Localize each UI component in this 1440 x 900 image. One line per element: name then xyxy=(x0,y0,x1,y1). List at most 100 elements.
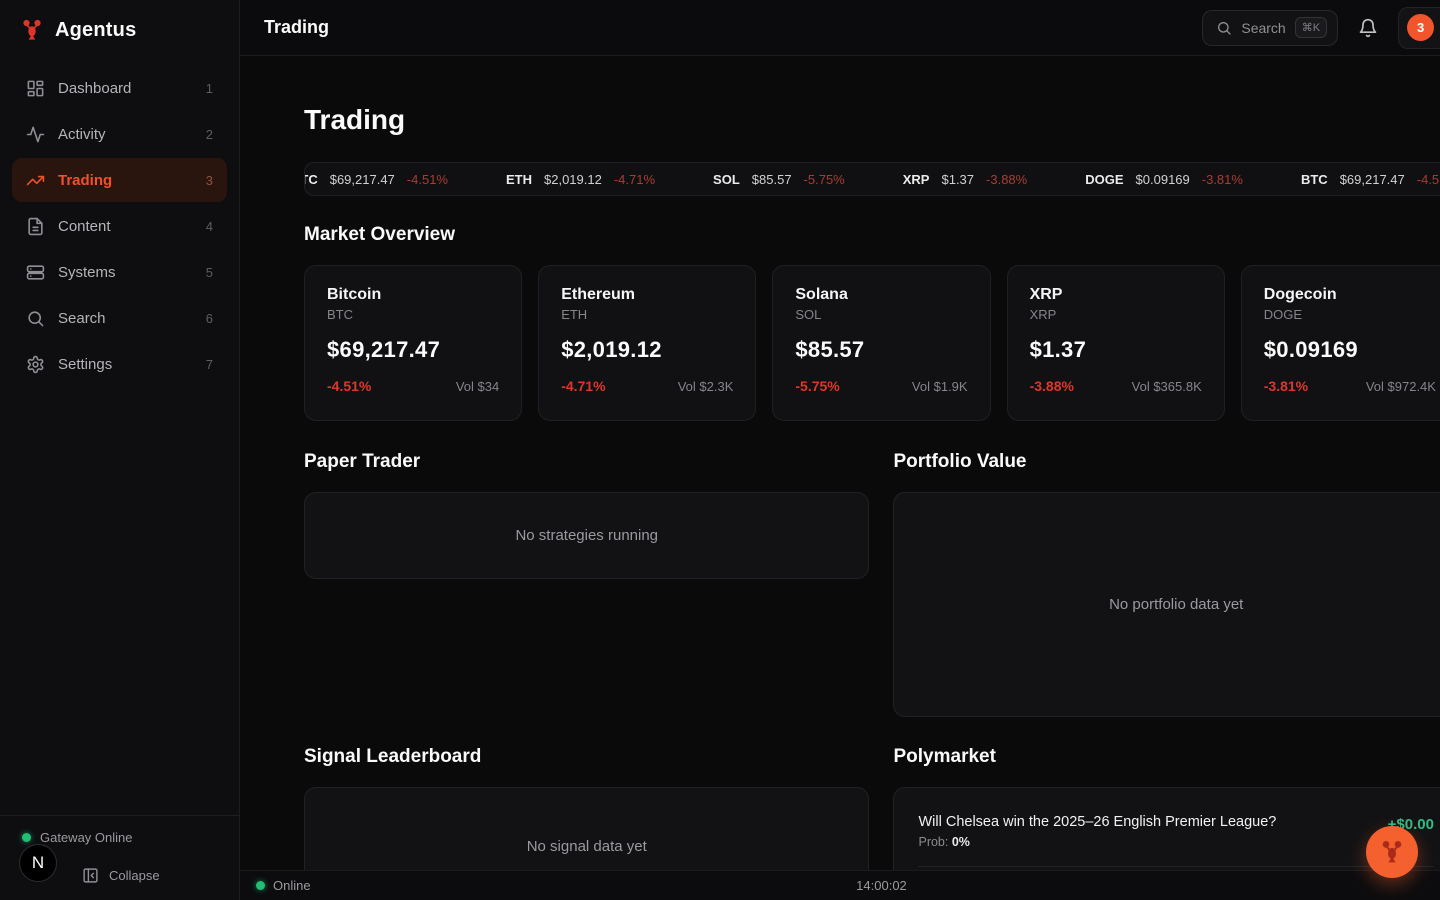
ticker-item: BTC $69,217.47 -4.51% xyxy=(1301,172,1440,187)
coin-symbol: ETH xyxy=(561,307,733,322)
coin-volume: Vol $1.9K xyxy=(912,379,968,394)
search-button[interactable]: Search ⌘K xyxy=(1202,10,1338,46)
ticker-change: -4.71% xyxy=(614,172,655,187)
market-card-dogecoin[interactable]: Dogecoin DOGE $0.09169 -3.81% Vol $972.4… xyxy=(1241,265,1440,421)
ticker-change: -4.51% xyxy=(1417,172,1440,187)
search-shortcut-badge: ⌘K xyxy=(1295,17,1327,38)
sidebar: Agentus Dashboard 1 Activity 2 Trading 3 xyxy=(0,0,240,900)
sidebar-item-settings[interactable]: Settings 7 xyxy=(12,342,227,386)
assistant-fab-button[interactable] xyxy=(1366,826,1418,878)
coin-price: $85.57 xyxy=(795,337,967,363)
ticker-price: $1.37 xyxy=(941,172,974,187)
online-status-dot xyxy=(256,881,265,890)
dashboard-icon xyxy=(26,79,45,98)
gateway-status-label: Gateway Online xyxy=(40,830,133,845)
sidebar-item-shortcut: 4 xyxy=(206,219,213,234)
ticker-price: $2,019.12 xyxy=(544,172,602,187)
probability-label: Prob: xyxy=(918,835,948,849)
ticker-symbol: BTC xyxy=(304,172,318,187)
ticker-change: -5.75% xyxy=(804,172,845,187)
topbar-title: Trading xyxy=(264,17,329,38)
coin-name: XRP xyxy=(1030,286,1202,304)
widgets-row-1: Paper Trader No strategies running Portf… xyxy=(304,451,1440,717)
market-cards: Bitcoin BTC $69,217.47 -4.51% Vol $34 Et… xyxy=(304,265,1440,421)
ticker-item: ETH $2,019.12 -4.71% xyxy=(506,172,655,187)
search-icon xyxy=(1216,20,1232,36)
ticker-item: DOGE $0.09169 -3.81% xyxy=(1085,172,1243,187)
sidebar-item-search[interactable]: Search 6 xyxy=(12,296,227,340)
server-icon xyxy=(26,263,45,282)
search-label: Search xyxy=(1241,20,1285,36)
coin-name: Bitcoin xyxy=(327,286,499,304)
sidebar-item-shortcut: 2 xyxy=(206,127,213,142)
sidebar-item-trading[interactable]: Trading 3 xyxy=(12,158,227,202)
app-logo: Agentus xyxy=(0,0,239,66)
coin-price: $1.37 xyxy=(1030,337,1202,363)
online-status-label: Online xyxy=(273,878,311,893)
ticker-symbol: SOL xyxy=(713,172,740,187)
sidebar-item-shortcut: 5 xyxy=(206,265,213,280)
sidebar-item-dashboard[interactable]: Dashboard 1 xyxy=(12,66,227,110)
probability-value: 0% xyxy=(952,835,970,849)
coin-symbol: BTC xyxy=(327,307,499,322)
lobster-icon xyxy=(1379,839,1405,865)
sidebar-item-label: Systems xyxy=(58,264,116,281)
paper-trader-empty-text: No strategies running xyxy=(515,527,658,544)
coin-symbol: XRP xyxy=(1030,307,1202,322)
activity-icon xyxy=(26,125,45,144)
ticker-symbol: XRP xyxy=(903,172,930,187)
market-card-xrp[interactable]: XRP XRP $1.37 -3.88% Vol $365.8K xyxy=(1007,265,1225,421)
polymarket-question: Will Chelsea win the 2025–26 English Pre… xyxy=(918,814,1276,830)
gateway-status: Gateway Online xyxy=(0,830,239,845)
coin-volume: Vol $365.8K xyxy=(1132,379,1202,394)
market-card-bitcoin[interactable]: Bitcoin BTC $69,217.47 -4.51% Vol $34 xyxy=(304,265,522,421)
sidebar-item-label: Settings xyxy=(58,356,112,373)
coin-change: -4.71% xyxy=(561,378,605,394)
sidebar-nav: Dashboard 1 Activity 2 Trading 3 Content… xyxy=(0,66,239,386)
coin-volume: Vol $972.4K xyxy=(1366,379,1436,394)
paper-trader-heading: Paper Trader xyxy=(304,451,869,473)
notifications-bell-icon[interactable] xyxy=(1358,18,1378,38)
main-content: Trading BTC $69,217.47 -4.51% ETH $2,019… xyxy=(240,56,1440,870)
ticker-track: BTC $69,217.47 -4.51% ETH $2,019.12 -4.7… xyxy=(304,172,1440,187)
market-card-solana[interactable]: Solana SOL $85.57 -5.75% Vol $1.9K xyxy=(772,265,990,421)
trending-up-icon xyxy=(26,171,45,190)
ticker-symbol: DOGE xyxy=(1085,172,1123,187)
market-card-ethereum[interactable]: Ethereum ETH $2,019.12 -4.71% Vol $2.3K xyxy=(538,265,756,421)
online-status-dot xyxy=(22,833,31,842)
market-overview-heading: Market Overview xyxy=(304,224,1440,246)
ticker-item: XRP $1.37 -3.88% xyxy=(903,172,1027,187)
coin-price: $2,019.12 xyxy=(561,337,733,363)
coin-change: -4.51% xyxy=(327,378,371,394)
coin-change: -5.75% xyxy=(795,378,839,394)
sidebar-item-shortcut: 7 xyxy=(206,357,213,372)
portfolio-empty-text: No portfolio data yet xyxy=(1109,596,1243,613)
ticker-change: -3.81% xyxy=(1202,172,1243,187)
app-name: Agentus xyxy=(55,19,136,42)
topbar-actions: Search ⌘K 3 3A xyxy=(1202,7,1440,49)
content-area: Trading Search ⌘K 3 3A Trading xyxy=(240,0,1440,900)
ticker-symbol: ETH xyxy=(506,172,532,187)
coin-price: $69,217.47 xyxy=(327,337,499,363)
collapse-label: Collapse xyxy=(109,868,160,883)
polymarket-panel: Will Chelsea win the 2025–26 English Pre… xyxy=(893,787,1440,870)
sidebar-item-systems[interactable]: Systems 5 xyxy=(12,250,227,294)
coin-volume: Vol $2.3K xyxy=(678,379,734,394)
sidebar-item-shortcut: 6 xyxy=(206,311,213,326)
sidebar-item-activity[interactable]: Activity 2 xyxy=(12,112,227,156)
portfolio-value-heading: Portfolio Value xyxy=(893,451,1440,473)
polymarket-heading: Polymarket xyxy=(893,746,1440,768)
collapse-panel-icon xyxy=(82,867,99,884)
sidebar-item-label: Content xyxy=(58,218,111,235)
lobster-logo-icon xyxy=(20,18,44,42)
coin-change: -3.88% xyxy=(1030,378,1074,394)
dev-tools-badge[interactable]: N xyxy=(19,844,57,882)
coin-price: $0.09169 xyxy=(1264,337,1436,363)
polymarket-market-row[interactable]: Will Chelsea win the 2025–26 English Pre… xyxy=(918,814,1433,867)
clock: 14:00:02 xyxy=(856,878,907,893)
paper-trader-panel: No strategies running xyxy=(304,492,869,579)
ticker-item: SOL $85.57 -5.75% xyxy=(713,172,845,187)
account-menu[interactable]: 3 3A xyxy=(1398,7,1440,49)
price-ticker: BTC $69,217.47 -4.51% ETH $2,019.12 -4.7… xyxy=(304,162,1440,196)
sidebar-item-content[interactable]: Content 4 xyxy=(12,204,227,248)
